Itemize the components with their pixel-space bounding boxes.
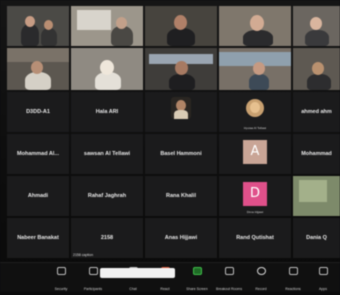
video-feed xyxy=(293,48,340,90)
toolbar-label: Participants xyxy=(83,287,103,291)
video-tile[interactable] xyxy=(219,6,291,46)
record-button[interactable]: Record xyxy=(248,266,274,291)
share-screen-icon xyxy=(192,267,202,275)
participant-tile[interactable] xyxy=(145,92,217,132)
avatar-letter-a: A xyxy=(243,139,267,164)
reactions-icon xyxy=(288,267,298,275)
participant-tile[interactable]: Basel Hammoni xyxy=(145,134,217,174)
video-feed xyxy=(71,6,143,46)
toolbar-label: Breakout Rooms xyxy=(216,287,243,291)
video-tile[interactable] xyxy=(293,6,340,46)
toolbar-label: React xyxy=(160,287,170,291)
participant-tile[interactable]: Rahaf Jaghrah xyxy=(71,176,143,216)
participant-name: 2158 xyxy=(100,235,114,241)
participant-name: Mohammad xyxy=(301,151,332,157)
participant-tile[interactable]: D Dima Hijjawi xyxy=(219,176,291,216)
participant-name: Mohammad Al... xyxy=(17,151,59,157)
video-feed xyxy=(145,6,217,46)
video-feed xyxy=(7,6,69,46)
participant-name: ahmed ahm xyxy=(301,109,332,115)
video-tile[interactable] xyxy=(219,48,291,90)
apps-button[interactable]: Apps xyxy=(310,266,336,291)
apps-icon xyxy=(318,267,328,275)
video-feed xyxy=(219,48,291,90)
video-feed xyxy=(7,48,69,90)
video-tile[interactable] xyxy=(7,48,69,90)
participant-tile[interactable]: Dania Q xyxy=(293,218,340,258)
security-button[interactable]: Security xyxy=(48,266,74,291)
participant-tile[interactable]: A xyxy=(219,134,291,174)
participant-name: Rana Khalil xyxy=(166,193,196,199)
avatar xyxy=(246,99,264,117)
participant-name: Hala ARI xyxy=(95,109,119,115)
participant-tile[interactable]: Rana Khalil xyxy=(145,176,217,216)
notification-banner xyxy=(100,268,175,278)
participant-name: Dania Q xyxy=(306,235,327,241)
participant-tile[interactable]: Ahmadi xyxy=(7,176,69,216)
participant-tile[interactable]: D3DD-A1 xyxy=(7,92,69,132)
participant-name: Anas Hijjawi xyxy=(164,235,198,241)
participant-name: Basel Hammoni xyxy=(160,151,202,157)
participant-tile[interactable]: Nabeer Banakat xyxy=(7,218,69,258)
participants-icon xyxy=(88,267,98,275)
participant-tile[interactable]: sawsan Al Tellawi xyxy=(71,134,143,174)
participant-name: Rand Qutishat xyxy=(236,235,274,241)
video-tile[interactable] xyxy=(71,48,143,90)
toolbar-label: Share Screen xyxy=(186,287,208,291)
participant-tile[interactable]: Hala ARI xyxy=(71,92,143,132)
video-tile[interactable] xyxy=(145,48,217,90)
video-feed xyxy=(145,48,217,90)
participant-name: Nabeer Banakat xyxy=(17,235,59,241)
video-tile[interactable] xyxy=(71,6,143,46)
avatar xyxy=(171,97,191,119)
toolbar-label: Record xyxy=(255,287,267,291)
participant-name: D3DD-A1 xyxy=(26,109,50,115)
avatar-caption: Hyuiaa Al Tellawi xyxy=(243,126,267,130)
video-feed xyxy=(219,6,291,46)
reactions-button[interactable]: Reactions xyxy=(280,266,306,291)
participant-tile[interactable]: Rand Qutishat xyxy=(219,218,291,258)
video-feed xyxy=(293,176,340,216)
toolbar-label: Apps xyxy=(319,287,327,291)
participant-tile[interactable]: Anas Hijjawi xyxy=(145,218,217,258)
participant-tile[interactable]: Mohammad xyxy=(293,134,340,174)
breakout-rooms-icon xyxy=(224,267,234,275)
participant-tile[interactable]: 2158 2158 caption xyxy=(71,218,143,258)
participant-name: Rahaf Jaghrah xyxy=(87,193,127,199)
toolbar-label: Security xyxy=(54,287,68,291)
participant-gallery: D3DD-A1 Hala ARI Hyuiaa Al Tellawi ahmed… xyxy=(7,6,340,261)
participant-caption: 2158 caption xyxy=(73,253,94,257)
meeting-screen: D3DD-A1 Hala ARI Hyuiaa Al Tellawi ahmed… xyxy=(0,0,340,292)
video-feed xyxy=(71,48,143,90)
video-tile[interactable] xyxy=(293,48,340,90)
share-screen-button[interactable]: Share Screen xyxy=(184,266,210,291)
participant-tile[interactable]: Mohammad Al... xyxy=(7,134,69,174)
participant-tile[interactable]: Hyuiaa Al Tellawi xyxy=(219,92,291,132)
video-tile[interactable] xyxy=(293,176,340,216)
avatar-caption: Dima Hijjawi xyxy=(246,210,264,214)
participant-name: Ahmadi xyxy=(27,193,49,199)
record-icon xyxy=(256,267,266,275)
video-tile[interactable] xyxy=(7,6,69,46)
participant-tile[interactable]: ahmed ahm xyxy=(293,92,340,132)
video-tile[interactable] xyxy=(145,6,217,46)
avatar-letter-d: D xyxy=(243,181,267,206)
participant-name: sawsan Al Tellawi xyxy=(83,151,131,157)
video-feed xyxy=(293,6,340,46)
toolbar-label: Reactions xyxy=(285,287,301,291)
shield-icon xyxy=(56,267,66,275)
toolbar-label: Chat xyxy=(129,287,137,291)
breakout-rooms-button[interactable]: Breakout Rooms xyxy=(216,266,243,291)
